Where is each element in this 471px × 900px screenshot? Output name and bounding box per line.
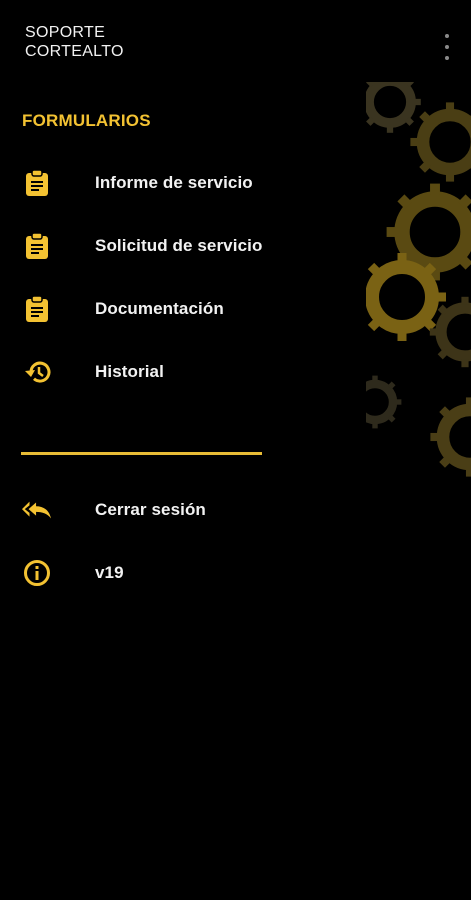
- navigation-drawer: FORMULARIOS Informe de servicio Solicitu…: [0, 82, 366, 900]
- menu-item-version[interactable]: v19: [0, 545, 340, 601]
- menu-item-informe-servicio[interactable]: Informe de servicio: [0, 155, 340, 211]
- menu-item-label: v19: [95, 563, 124, 582]
- menu-item-cerrar-sesion[interactable]: Cerrar sesión: [0, 482, 340, 538]
- clipboard-icon: [22, 294, 52, 324]
- gears-background: [360, 82, 471, 482]
- menu-item-historial[interactable]: Historial: [0, 344, 340, 400]
- menu-item-label: Historial: [95, 362, 164, 381]
- clipboard-icon: [22, 168, 52, 198]
- app-title: SOPORTE CORTEALTO: [25, 23, 124, 61]
- info-icon: [22, 558, 52, 588]
- menu-item-label: Documentación: [95, 299, 224, 318]
- app-title-line1: SOPORTE: [25, 24, 106, 41]
- menu-item-solicitud-servicio[interactable]: Solicitud de servicio: [0, 218, 340, 274]
- clipboard-icon: [22, 231, 52, 261]
- menu-item-label: Cerrar sesión: [95, 500, 206, 519]
- app-title-line2: CORTEALTO: [25, 43, 124, 60]
- more-vert-icon[interactable]: [441, 34, 453, 60]
- menu-item-documentacion[interactable]: Documentación: [0, 281, 340, 337]
- menu-item-label: Informe de servicio: [95, 173, 253, 192]
- reply-all-icon: [22, 495, 52, 525]
- section-title-formularios: FORMULARIOS: [22, 111, 151, 130]
- menu-item-label: Solicitud de servicio: [95, 236, 263, 255]
- divider: [21, 452, 262, 455]
- history-icon: [22, 357, 52, 387]
